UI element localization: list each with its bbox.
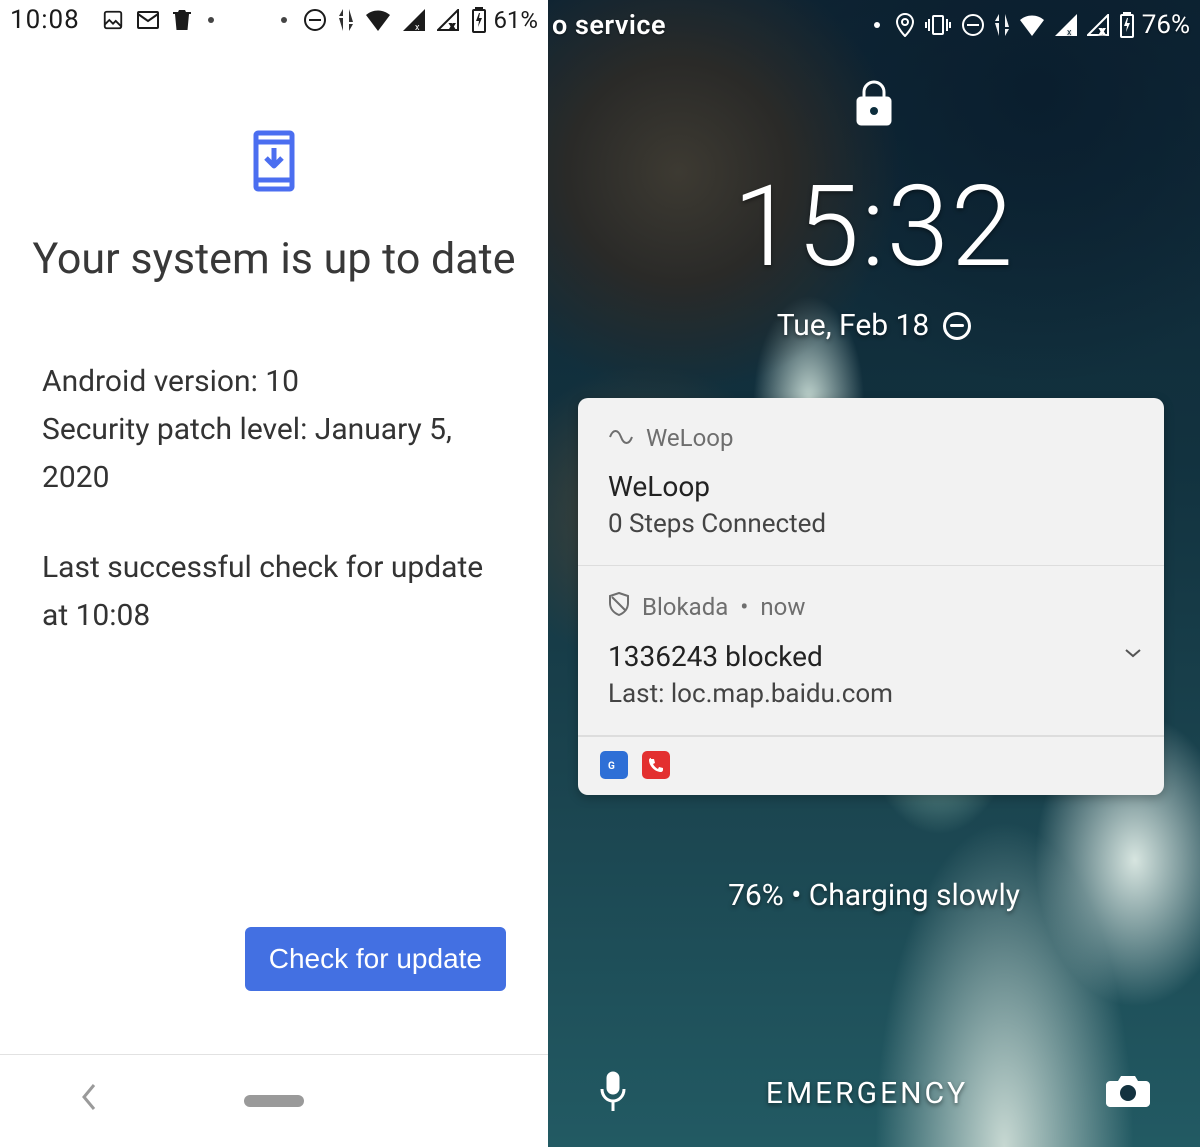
lock-screen: o service x x 76% 15:32: [548, 0, 1200, 1147]
battery-percent: 76%: [1142, 10, 1190, 40]
lock-clock: 15:32: [733, 172, 1015, 284]
svg-text:G: G: [608, 761, 615, 772]
trash-icon: [172, 8, 192, 32]
lock-column: 15:32 Tue, Feb 18: [548, 50, 1200, 343]
status-time: 10:08: [10, 5, 80, 35]
carrier-label: o service: [552, 9, 666, 41]
svg-text:x: x: [1100, 27, 1105, 36]
emergency-button[interactable]: EMERGENCY: [766, 1076, 968, 1111]
battery-icon: [471, 7, 487, 33]
svg-text:x: x: [1067, 28, 1072, 36]
signal-icon: x: [1055, 14, 1077, 36]
svg-text:x: x: [450, 22, 455, 31]
notification-shade: WeLoop WeLoop 0 Steps Connected Blokada …: [578, 398, 1164, 795]
system-update-screen: 10:08 x x 61%: [0, 0, 548, 1147]
lock-bottom-row: EMERGENCY: [548, 1069, 1200, 1117]
notification-blokada[interactable]: Blokada • now 1336243 blocked Last: loc.…: [578, 566, 1164, 736]
dnd-icon: [303, 8, 327, 32]
wifi-icon: [1019, 14, 1045, 36]
home-pill[interactable]: [244, 1095, 304, 1107]
charging-status: 76% • Charging slowly: [548, 878, 1200, 913]
battery-percent: 61%: [493, 6, 538, 34]
signal2-icon: x: [1087, 14, 1109, 36]
notif-app-name: Blokada: [642, 593, 728, 621]
notification-app-strip: G: [578, 736, 1164, 795]
lock-date-row: Tue, Feb 18: [777, 308, 972, 343]
camera-button[interactable]: [1106, 1073, 1150, 1113]
translate-app-icon[interactable]: G: [600, 751, 628, 779]
version-info: Android version: 10 Security patch level…: [42, 358, 506, 502]
last-check-info: Last successful check for update at 10:0…: [42, 544, 506, 640]
lock-icon: [853, 78, 895, 132]
signal2-icon: x: [437, 9, 459, 31]
dnd-icon: [961, 13, 985, 37]
chevron-down-icon[interactable]: [1124, 640, 1142, 665]
phone-app-icon[interactable]: [642, 751, 670, 779]
picture-icon: [102, 9, 124, 31]
nav-bar: [0, 1055, 548, 1147]
notif-time: now: [760, 593, 805, 621]
notif-subtext: 0 Steps Connected: [608, 509, 1134, 539]
lock-date: Tue, Feb 18: [777, 308, 930, 343]
svg-text:x: x: [415, 23, 420, 31]
page-title: Your system is up to date: [4, 230, 543, 288]
blokada-app-icon: [608, 592, 630, 622]
dnd-indicator-icon: [943, 312, 971, 340]
back-button[interactable]: [80, 1082, 98, 1120]
update-phone-icon: [253, 130, 295, 196]
signal-icon: x: [403, 9, 425, 31]
data-icon: [995, 14, 1009, 36]
voice-assist-button[interactable]: [598, 1069, 628, 1117]
notif-title: WeLoop: [608, 470, 1134, 503]
notif-title: 1336243 blocked: [608, 640, 1134, 673]
data-icon: [339, 9, 353, 31]
status-bar-left: 10:08 x x 61%: [0, 0, 548, 40]
battery-icon: [1119, 12, 1135, 38]
weloop-app-icon: [608, 424, 634, 452]
mail-icon: [136, 9, 160, 31]
wifi-icon: [365, 9, 391, 31]
separator-dot: [281, 17, 287, 23]
notif-app-name: WeLoop: [646, 424, 733, 452]
check-update-button[interactable]: Check for update: [245, 927, 506, 991]
notification-weloop[interactable]: WeLoop WeLoop 0 Steps Connected: [578, 398, 1164, 566]
location-icon: [895, 13, 915, 37]
vibrate-icon: [925, 14, 951, 36]
separator-dot: [874, 22, 880, 28]
notif-subtext: Last: loc.map.baidu.com: [608, 679, 1134, 709]
status-bar-right: o service x x 76%: [548, 0, 1200, 50]
more-indicator-icon: [208, 17, 214, 23]
